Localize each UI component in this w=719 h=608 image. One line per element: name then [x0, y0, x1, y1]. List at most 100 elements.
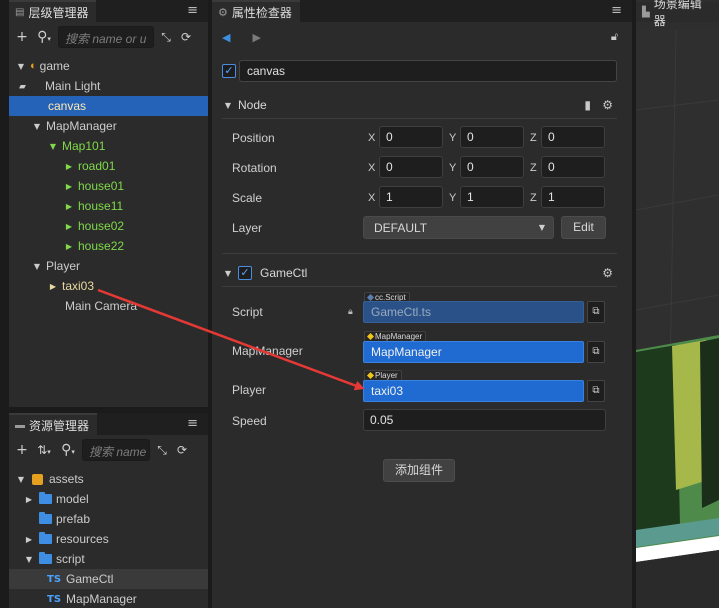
- node-active-checkbox[interactable]: ✓: [222, 64, 236, 78]
- settings-gear-icon[interactable]: ⚙: [602, 266, 613, 280]
- expand-arrow-icon[interactable]: ▶: [23, 495, 35, 504]
- lock-icon[interactable]: ▰: [19, 81, 33, 92]
- tree-item-label: script: [56, 552, 85, 566]
- tree-item[interactable]: ▼ MapManager: [9, 116, 208, 136]
- back-arrow-icon[interactable]: ◀: [222, 31, 230, 44]
- tree-item[interactable]: ▰ Main Light: [9, 76, 208, 96]
- menu-icon[interactable]: ≡: [611, 3, 622, 18]
- tree-item[interactable]: ▼ Player: [9, 256, 208, 276]
- tree-item[interactable]: ▶ road01: [9, 156, 208, 176]
- book-icon[interactable]: ▮: [584, 98, 591, 112]
- collapse-icon[interactable]: ⤡: [154, 443, 170, 458]
- position-z-input[interactable]: 0: [541, 126, 605, 148]
- tab-inspector[interactable]: ⚙ 属性检查器: [212, 0, 300, 22]
- node-section-header[interactable]: ▼ Node ▮ ⚙: [222, 94, 617, 116]
- folder-icon: ▬: [15, 419, 25, 431]
- tree-item[interactable]: ▶ taxi03: [9, 276, 208, 296]
- tree-item[interactable]: ▼ assets: [9, 469, 208, 489]
- expand-arrow-icon[interactable]: ▼: [15, 475, 27, 484]
- tree-item[interactable]: canvas: [9, 96, 208, 116]
- scale-x-input[interactable]: 1: [379, 186, 443, 208]
- refresh-icon[interactable]: ⟳: [174, 443, 190, 457]
- chevron-down-icon: ▼: [538, 223, 545, 232]
- scale-z-input[interactable]: 1: [541, 186, 605, 208]
- expand-arrow-icon[interactable]: ▶: [63, 202, 75, 211]
- position-x-input[interactable]: 0: [379, 126, 443, 148]
- search-filter-icon[interactable]: ⚲▾: [34, 29, 54, 45]
- speed-input[interactable]: 0.05: [363, 409, 606, 431]
- expand-arrow-icon[interactable]: ▶: [63, 242, 75, 251]
- expand-arrow-icon[interactable]: ▶: [63, 162, 75, 171]
- layer-edit-button[interactable]: Edit: [561, 216, 606, 239]
- tab-assets[interactable]: ▬ 资源管理器: [9, 413, 98, 435]
- expand-arrow-icon[interactable]: ▼: [15, 62, 27, 71]
- collapse-arrow-icon[interactable]: ▼: [222, 101, 234, 110]
- node-name-input[interactable]: canvas: [239, 60, 617, 82]
- tree-item[interactable]: TS GameCtl: [9, 569, 208, 589]
- tree-item[interactable]: ▶ house11: [9, 196, 208, 216]
- hierarchy-toolbar: + ⚲▾ 搜索 name or u ⤡ ⟳: [9, 22, 208, 52]
- scene-icon: ▙: [642, 6, 650, 18]
- add-icon[interactable]: +: [14, 29, 30, 45]
- expand-arrow-icon[interactable]: ▶: [63, 182, 75, 191]
- rotation-z-input[interactable]: 0: [541, 156, 605, 178]
- collapse-arrow-icon[interactable]: ▼: [222, 269, 234, 278]
- locate-asset-icon[interactable]: ⧉: [587, 301, 605, 323]
- expand-arrow-icon[interactable]: ▼: [47, 142, 59, 151]
- tree-item[interactable]: ▶ house01: [9, 176, 208, 196]
- tree-item[interactable]: Main Camera: [9, 296, 208, 316]
- component-enabled-checkbox[interactable]: ✓: [238, 266, 252, 280]
- component-section-header[interactable]: ▼ ✓ GameCtl ⚙: [222, 262, 617, 284]
- expand-arrow-icon[interactable]: ▼: [31, 122, 43, 131]
- folder-icon: [39, 492, 52, 504]
- tree-item[interactable]: ▶ house02: [9, 216, 208, 236]
- collapse-icon[interactable]: ⤡: [158, 30, 174, 45]
- mapmanager-field[interactable]: MapManager: [363, 341, 584, 363]
- menu-icon[interactable]: ≡: [187, 3, 198, 18]
- scene-viewport[interactable]: [636, 30, 719, 608]
- search-filter-icon[interactable]: ⚲▾: [58, 442, 78, 458]
- locate-node-icon[interactable]: ⧉: [587, 341, 605, 363]
- tree-item-label: house01: [78, 179, 125, 193]
- layer-select[interactable]: DEFAULT ▼: [363, 216, 554, 239]
- expand-arrow-icon[interactable]: ▶: [47, 282, 59, 291]
- expand-arrow-icon[interactable]: ▼: [23, 555, 35, 564]
- settings-gear-icon[interactable]: ⚙: [602, 98, 613, 112]
- tree-item-label: model: [56, 492, 89, 506]
- player-label: Player: [232, 383, 267, 397]
- tab-hierarchy[interactable]: ▤ 层级管理器: [9, 0, 97, 22]
- tree-item[interactable]: ▶ house22: [9, 236, 208, 256]
- player-field[interactable]: taxi03: [363, 380, 584, 402]
- tree-item[interactable]: ▼ script: [9, 549, 208, 569]
- menu-icon[interactable]: ≡: [187, 416, 198, 431]
- tree-item[interactable]: prefab: [9, 509, 208, 529]
- tab-scene[interactable]: ▙ 场景编辑器: [636, 0, 719, 28]
- folder-icon: [39, 552, 52, 564]
- tree-item[interactable]: ▶ resources: [9, 529, 208, 549]
- hierarchy-search-input[interactable]: 搜索 name or u: [58, 26, 154, 48]
- assets-search-input[interactable]: 搜索 name: [82, 439, 150, 461]
- add-component-button[interactable]: 添加组件: [383, 459, 455, 482]
- expand-arrow-icon[interactable]: ▶: [23, 535, 35, 544]
- forward-arrow-icon[interactable]: ▶: [252, 31, 260, 44]
- script-field: GameCtl.ts: [363, 301, 584, 323]
- rotation-x-input[interactable]: 0: [379, 156, 443, 178]
- refresh-icon[interactable]: ⟳: [178, 30, 194, 44]
- scene-tab-label: 场景编辑器: [653, 0, 702, 28]
- tree-item[interactable]: ▶ model: [9, 489, 208, 509]
- hierarchy-tabbar: ▤ 层级管理器 ≡: [9, 0, 208, 22]
- locate-node-icon[interactable]: ⧉: [587, 380, 605, 402]
- tree-item-label: house02: [78, 219, 125, 233]
- tree-item[interactable]: ▼ ◐ game: [9, 56, 208, 76]
- expand-arrow-icon[interactable]: ▼: [31, 262, 43, 271]
- tree-item[interactable]: ▼ Map101: [9, 136, 208, 156]
- add-icon[interactable]: +: [14, 442, 30, 458]
- unlock-icon[interactable]: 🔓︎: [611, 30, 618, 44]
- scale-y-input[interactable]: 1: [460, 186, 524, 208]
- tree-item[interactable]: TS MapManager: [9, 589, 208, 608]
- rotation-y-input[interactable]: 0: [460, 156, 524, 178]
- mapmanager-label: MapManager: [232, 344, 303, 358]
- sort-icon[interactable]: ⇅▾: [34, 443, 54, 457]
- expand-arrow-icon[interactable]: ▶: [63, 222, 75, 231]
- position-y-input[interactable]: 0: [460, 126, 524, 148]
